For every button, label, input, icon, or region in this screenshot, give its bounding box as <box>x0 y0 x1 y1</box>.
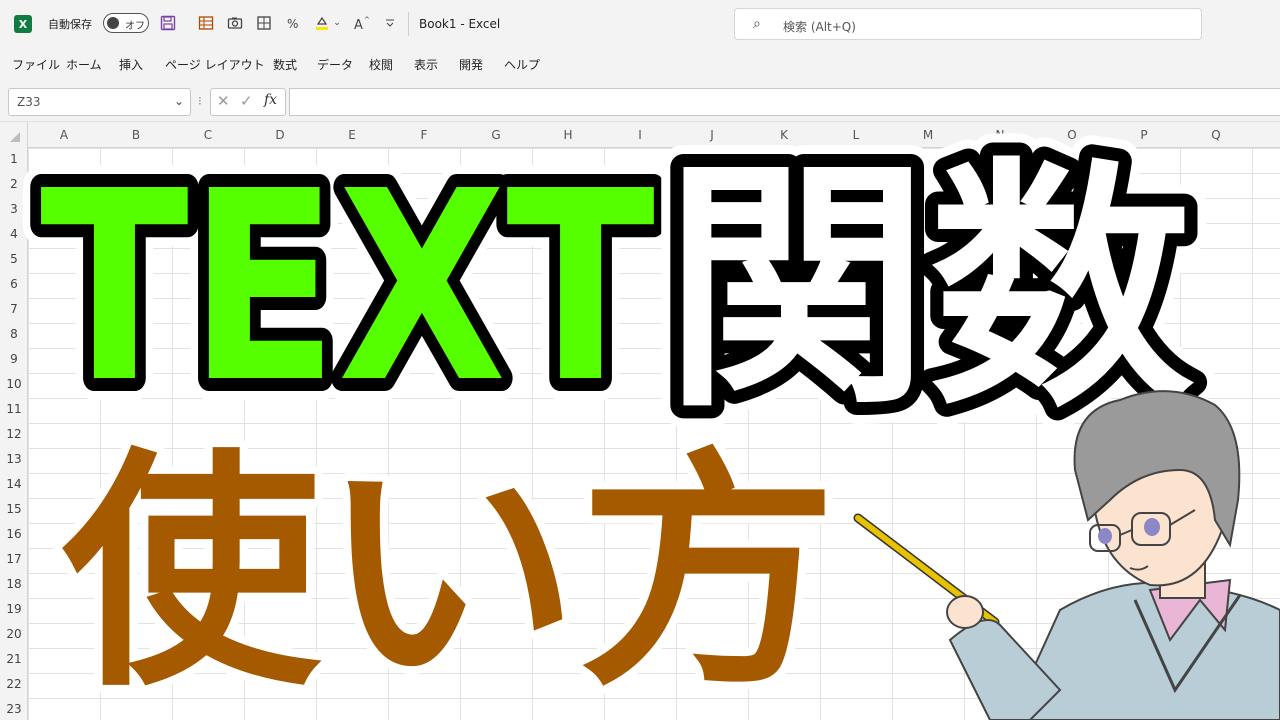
subtitle: 使い方 <box>62 428 837 719</box>
title-latin: TEXT <box>40 135 656 440</box>
title-overlay: TEXT TEXT TEXT 関数 関数 関数 使い方 使い方 <box>18 113 1280 720</box>
title-kanji: 関数 <box>664 137 1194 442</box>
